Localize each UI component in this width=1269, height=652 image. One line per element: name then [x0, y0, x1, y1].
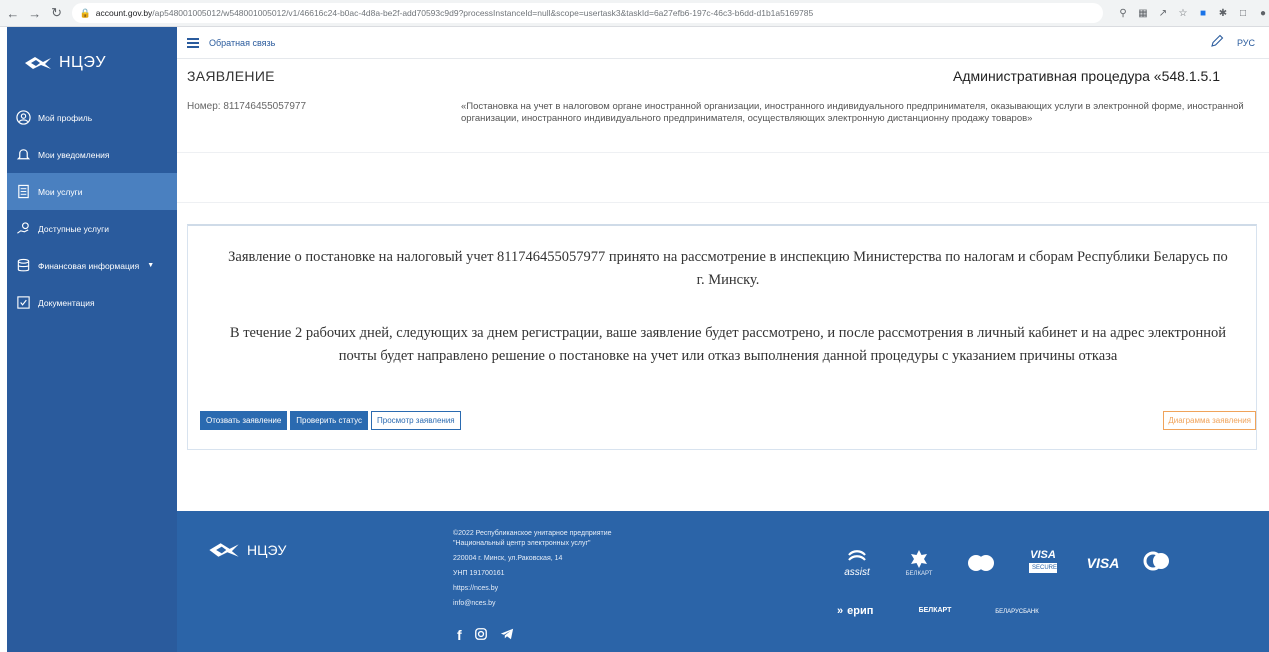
assist-icon [848, 550, 866, 561]
url-path: /ap548001005012/w548001005012/v1/46616c2… [152, 8, 814, 18]
view-application-button[interactable]: Просмотр заявления [371, 411, 461, 430]
mastercard-icon [968, 555, 994, 571]
document-list-icon [15, 184, 31, 200]
withdraw-application-button[interactable]: Отозвать заявление [200, 411, 288, 430]
url-host: account.gov.by [95, 8, 153, 18]
assist-logo: assist [837, 549, 877, 578]
extension-icon[interactable]: ■ [1197, 7, 1209, 19]
sidebar-item-label: Документация [38, 297, 95, 308]
page-title: ЗАЯВЛЕНИЕ [187, 68, 275, 84]
instagram-icon[interactable] [474, 627, 488, 644]
belkart-label: БЕЛКАРТ [905, 571, 933, 577]
puzzle-icon[interactable]: ✱ [1217, 7, 1229, 19]
database-icon [15, 258, 31, 274]
status-card: Заявление о постановке на налоговый учет… [187, 224, 1257, 450]
footer-unp: УНП 191700161 [453, 570, 505, 577]
check-status-button[interactable]: Проверить статус [290, 411, 369, 430]
procedure-title: Административная процедура «548.1.5.1 [953, 68, 1220, 84]
sidebar-item-label: Мой профиль [38, 112, 93, 123]
facebook-icon[interactable]: f [457, 627, 462, 644]
window-icon[interactable]: □ [1237, 7, 1249, 19]
mastercard-secure-logo [961, 553, 1001, 575]
status-message: Заявление о постановке на налоговый учет… [228, 249, 1228, 288]
hand-coins-icon [15, 221, 31, 237]
copyright-line-2: "Национальный центр электронных услуг" [453, 540, 591, 547]
copyright-line-1: ©2022 Республиканское унитарное предприя… [453, 530, 612, 537]
back-icon[interactable]: ← [4, 4, 22, 22]
chevron-down-icon: ▼ [147, 262, 155, 269]
social-links: f [457, 627, 514, 644]
user-circle-icon [15, 110, 31, 126]
sidebar-item-available-services[interactable]: Доступные услуги [7, 210, 177, 247]
application-diagram-button[interactable]: Диаграмма заявления [1163, 411, 1256, 430]
erip-chevron-icon: » [837, 605, 844, 617]
belarusbank-logo: БЕЛАРУСБАНК [977, 609, 1057, 615]
footer-site-link[interactable]: https://nces.by [453, 584, 612, 594]
maestro-icon [1143, 551, 1169, 571]
sidebar: НЦЭУ Мой профиль Мои уведомления Мои усл… [7, 27, 177, 652]
sidebar-logo[interactable]: НЦЭУ [7, 27, 177, 99]
feedback-link[interactable]: Обратная связь [209, 38, 275, 48]
erip-logo: » ерип [837, 605, 897, 617]
application-number: Номер: 811746455057977 [187, 101, 307, 112]
nceu-logo-icon [209, 543, 239, 557]
sidebar-item-my-services[interactable]: Мои услуги [7, 173, 177, 210]
reload-icon[interactable]: ↻ [48, 4, 66, 22]
visa-secure-logo: VISA SECURE [1023, 549, 1063, 573]
footer-logo-text: НЦЭУ [247, 542, 287, 558]
belkart-logo: БЕЛКАРТ [899, 549, 939, 577]
sidebar-item-financial-info[interactable]: Финансовая информация ▼ [7, 247, 177, 284]
sidebar-item-profile[interactable]: Мой профиль [7, 99, 177, 136]
footer: НЦЭУ ©2022 Республиканское унитарное пре… [177, 511, 1269, 652]
translate-icon[interactable]: ▦ [1137, 7, 1149, 19]
nceu-logo-icon [25, 57, 51, 69]
profile-icon[interactable]: ● [1257, 7, 1269, 19]
pen-icon[interactable] [1209, 33, 1225, 54]
belarusbank-label: БЕЛАРУСБАНК [995, 609, 1039, 615]
sidebar-item-label: Мои услуги [38, 186, 83, 197]
footer-info: ©2022 Республиканское унитарное предприя… [453, 529, 612, 614]
footer-logo[interactable]: НЦЭУ [207, 541, 286, 559]
belkart-secure-logo: БЕЛКАРТ [905, 607, 965, 614]
visa-secure-label: VISA [1030, 549, 1056, 561]
telegram-icon[interactable] [500, 627, 514, 644]
lock-icon: 🔒 [79, 7, 91, 18]
assist-label: assist [844, 567, 870, 578]
top-bar: Обратная связь РУС [177, 27, 1269, 59]
sidebar-item-documentation[interactable]: Документация [7, 284, 177, 321]
logo-text: НЦЭУ [59, 54, 107, 71]
payment-logos: assist БЕЛКАРТ VISA SECURE VISA » ерип Б… [837, 549, 1257, 629]
share-icon[interactable]: ↗ [1157, 7, 1169, 19]
secure-label: SECURE [1029, 563, 1057, 573]
bell-icon [15, 147, 31, 163]
sidebar-item-notifications[interactable]: Мои уведомления [7, 136, 177, 173]
browser-toolbar: ← → ↻ 🔒 account.gov.by /ap548001005012/w… [0, 0, 1269, 27]
key-icon[interactable]: ⚲ [1117, 7, 1129, 19]
address-bar[interactable]: 🔒 account.gov.by /ap548001005012/w548001… [71, 3, 1103, 23]
application-meta: Номер: 811746455057977 «Постановка на уч… [177, 93, 1269, 153]
checkbox-icon [15, 295, 31, 311]
forward-icon[interactable]: → [26, 4, 44, 22]
sidebar-item-label: Доступные услуги [38, 223, 110, 234]
language-switch[interactable]: РУС [1237, 38, 1255, 48]
page-header: ЗАЯВЛЕНИЕ Административная процедура «54… [177, 59, 1269, 93]
menu-icon[interactable] [187, 37, 199, 48]
empty-section [177, 153, 1269, 203]
footer-address: 220004 г. Минск, ул.Раковская, 14 [453, 555, 563, 562]
footer-email-link[interactable]: info@nces.by [453, 599, 612, 609]
processing-message: В течение 2 рабочих дней, следующих за д… [229, 325, 1227, 364]
maestro-logo [1137, 551, 1177, 575]
belkart-secure-label: БЕЛКАРТ [918, 607, 952, 614]
visa-logo: VISA [1086, 555, 1120, 571]
sidebar-item-label: Финансовая информация [38, 260, 140, 271]
sidebar-item-label: Мои уведомления [38, 149, 110, 160]
main-content: Обратная связь РУС ЗАЯВЛЕНИЕ Администрат… [177, 27, 1269, 652]
procedure-description: «Постановка на учет в налоговом органе и… [461, 101, 1244, 124]
bookmark-star-icon[interactable]: ☆ [1177, 7, 1189, 19]
belkart-icon [911, 550, 927, 568]
erip-label: ерип [847, 605, 874, 617]
